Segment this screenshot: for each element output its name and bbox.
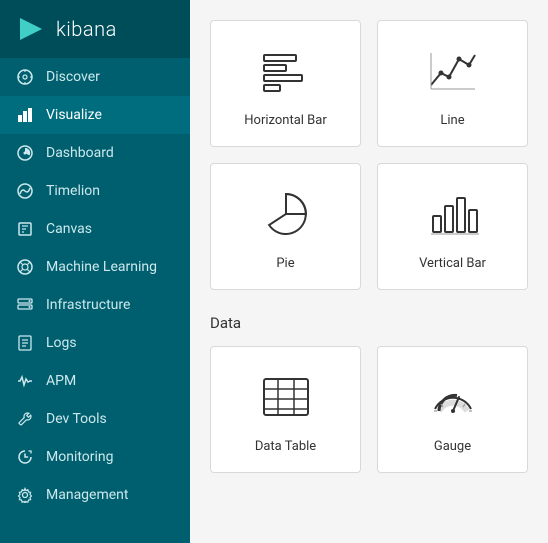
viz-card-line[interactable]: Line — [377, 20, 528, 147]
viz-card-vertical-bar[interactable]: Vertical Bar — [377, 163, 528, 290]
viz-card-data-table[interactable]: Data Table — [210, 346, 361, 473]
sidebar-item-label-infrastructure: Infrastructure — [46, 297, 130, 313]
wrench-icon — [16, 410, 34, 428]
infrastructure-icon — [16, 296, 34, 314]
gauge-icon — [427, 371, 479, 427]
viz-card-label-horizontal-bar: Horizontal Bar — [244, 113, 326, 128]
sidebar-item-label-timelion: Timelion — [46, 183, 100, 199]
dashboard-icon — [16, 144, 34, 162]
sidebar-item-monitoring[interactable]: Monitoring — [0, 438, 190, 476]
data-section: Data Data Table — [210, 314, 528, 473]
sidebar-item-label-dashboard: Dashboard — [46, 145, 114, 161]
viz-card-gauge[interactable]: Gauge — [377, 346, 528, 473]
sidebar-item-timelion[interactable]: Timelion — [0, 172, 190, 210]
bar-chart-icon — [16, 106, 34, 124]
sidebar-item-label-machine-learning: Machine Learning — [46, 259, 157, 275]
gear-icon — [16, 486, 34, 504]
data-table-icon — [260, 371, 312, 427]
sidebar-item-infrastructure[interactable]: Infrastructure — [0, 286, 190, 324]
sidebar-item-label-canvas: Canvas — [46, 221, 92, 237]
sidebar-item-dashboard[interactable]: Dashboard — [0, 134, 190, 172]
sidebar-item-label-dev-tools: Dev Tools — [46, 411, 107, 427]
pie-icon — [260, 188, 312, 244]
sidebar-item-logs[interactable]: Logs — [0, 324, 190, 362]
viz-card-label-gauge: Gauge — [434, 439, 471, 454]
line-icon — [427, 45, 479, 101]
sidebar-item-discover[interactable]: Discover — [0, 58, 190, 96]
sidebar-item-management[interactable]: Management — [0, 476, 190, 514]
sidebar-item-machine-learning[interactable]: Machine Learning — [0, 248, 190, 286]
kibana-logo-icon — [16, 14, 46, 44]
logs-icon — [16, 334, 34, 352]
horizontal-bar-icon — [260, 45, 312, 101]
logo-area: kibana — [0, 0, 190, 58]
canvas-icon — [16, 220, 34, 238]
sidebar-item-visualize[interactable]: Visualize — [0, 96, 190, 134]
monitoring-icon — [16, 448, 34, 466]
vertical-bar-icon — [427, 188, 479, 244]
main-content: Horizontal Bar Line — [190, 0, 548, 543]
apm-icon — [16, 372, 34, 390]
sidebar-item-label-management: Management — [46, 487, 128, 503]
sidebar-item-apm[interactable]: APM — [0, 362, 190, 400]
sidebar-item-label-discover: Discover — [46, 69, 100, 85]
timelion-icon — [16, 182, 34, 200]
sidebar-item-label-apm: APM — [46, 373, 76, 389]
sidebar: kibana Discover — [0, 0, 190, 543]
ml-icon — [16, 258, 34, 276]
viz-card-label-pie: Pie — [276, 256, 294, 271]
viz-card-pie[interactable]: Pie — [210, 163, 361, 290]
sidebar-item-label-visualize: Visualize — [46, 107, 102, 123]
viz-card-horizontal-bar[interactable]: Horizontal Bar — [210, 20, 361, 147]
compass-icon — [16, 68, 34, 86]
viz-card-label-vertical-bar: Vertical Bar — [419, 256, 486, 271]
viz-card-label-data-table: Data Table — [255, 439, 316, 454]
app-title: kibana — [56, 17, 117, 41]
sidebar-item-dev-tools[interactable]: Dev Tools — [0, 400, 190, 438]
nav-menu: Discover Visualize Dashboa — [0, 58, 190, 543]
viz-card-label-line: Line — [440, 113, 464, 128]
sidebar-item-canvas[interactable]: Canvas — [0, 210, 190, 248]
sidebar-item-label-logs: Logs — [46, 335, 77, 351]
data-viz-grid: Data Table Ga — [210, 346, 528, 473]
basic-viz-grid: Horizontal Bar Line — [210, 20, 528, 290]
sidebar-item-label-monitoring: Monitoring — [46, 449, 114, 465]
data-section-title: Data — [210, 314, 528, 332]
